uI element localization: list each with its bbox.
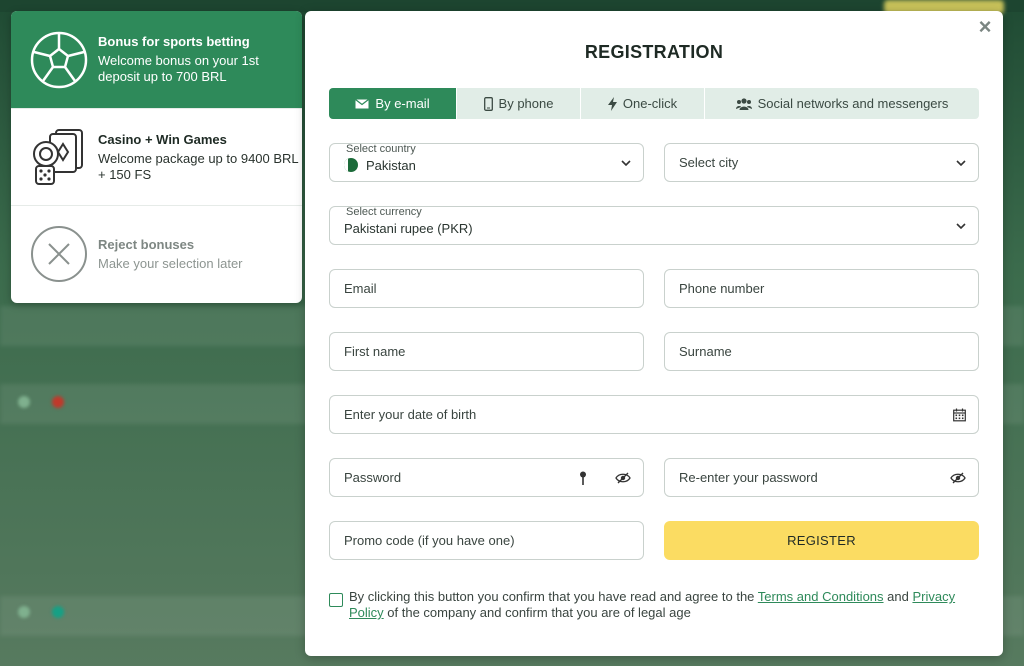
country-select[interactable]: Select country Pakistan xyxy=(329,143,644,182)
bonus-desc: Welcome package up to 9400 BRL + 150 FS xyxy=(98,150,299,182)
key-icon[interactable] xyxy=(579,471,587,485)
registration-tabs: By e-mail By phone One-click Social netw… xyxy=(329,88,979,119)
surname-placeholder: Surname xyxy=(679,344,732,359)
currency-value: Pakistani rupee (PKR) xyxy=(344,221,473,236)
terms-link[interactable]: Terms and Conditions xyxy=(758,589,884,604)
bonus-desc: Welcome bonus on your 1st deposit up to … xyxy=(98,53,259,84)
chevron-down-icon xyxy=(621,159,631,166)
email-field[interactable]: Email xyxy=(329,269,644,308)
promo-code-field[interactable]: Promo code (if you have one) xyxy=(329,521,644,560)
dob-placeholder: Enter your date of birth xyxy=(344,407,477,422)
tab-one-click[interactable]: One-click xyxy=(581,88,705,119)
re-enter-password-field[interactable]: Re-enter your password xyxy=(664,458,979,497)
eye-slash-icon[interactable] xyxy=(615,472,631,484)
tab-label: By phone xyxy=(498,96,554,111)
first-name-placeholder: First name xyxy=(344,344,406,359)
tab-label: Social networks and messengers xyxy=(757,96,949,111)
bonus-option-casino[interactable]: Casino + Win Games Welcome package up to… xyxy=(11,108,302,205)
bonus-option-reject[interactable]: Reject bonuses Make your selection later xyxy=(11,205,302,302)
agreement-text-part1: By clicking this button you confirm that… xyxy=(349,589,758,604)
bonus-option-sports[interactable]: Bonus for sports betting Welcome bonus o… xyxy=(11,11,302,108)
casino-chips-cards-icon xyxy=(29,127,89,187)
chevron-down-icon xyxy=(956,222,966,229)
password-placeholder: Password xyxy=(344,470,402,485)
city-select[interactable]: Select city xyxy=(664,143,979,182)
registration-modal: × REGISTRATION By e-mail By phone One-cl… xyxy=(305,11,1003,656)
repassword-placeholder: Re-enter your password xyxy=(679,470,818,485)
x-circle-icon xyxy=(29,224,89,284)
promo-placeholder: Promo code (if you have one) xyxy=(344,533,515,548)
agreement-text-part2: and xyxy=(883,589,913,604)
users-icon xyxy=(735,97,752,110)
tab-label: By e-mail xyxy=(375,96,430,111)
agreement-text-part3: of the company and confirm that you are … xyxy=(383,605,691,620)
lightning-icon xyxy=(607,96,617,111)
background-dot xyxy=(52,606,64,618)
chevron-down-icon xyxy=(956,159,966,166)
soccer-ball-icon xyxy=(29,30,89,90)
phone-number-field[interactable]: Phone number xyxy=(664,269,979,308)
country-value: Pakistan xyxy=(366,158,416,173)
bonus-desc: Make your selection later xyxy=(98,255,243,271)
surname-field[interactable]: Surname xyxy=(664,332,979,371)
eye-slash-icon[interactable] xyxy=(950,472,966,484)
calendar-icon[interactable] xyxy=(953,408,966,421)
email-placeholder: Email xyxy=(344,281,377,296)
tab-by-email[interactable]: By e-mail xyxy=(329,88,457,119)
close-icon[interactable]: × xyxy=(975,16,995,38)
phone-placeholder: Phone number xyxy=(679,281,765,296)
bonus-title: Casino + Win Games xyxy=(98,131,227,147)
currency-label: Select currency xyxy=(346,206,422,218)
envelope-icon xyxy=(355,98,370,108)
background-dot xyxy=(18,396,30,408)
bonus-title: Bonus for sports betting xyxy=(98,34,250,49)
agreement-text: By clicking this button you confirm that… xyxy=(349,589,969,621)
bonus-panel: Bonus for sports betting Welcome bonus o… xyxy=(11,11,302,303)
background-dot xyxy=(18,606,30,618)
password-field[interactable]: Password xyxy=(329,458,644,497)
register-button[interactable]: REGISTER xyxy=(664,521,979,560)
tab-social-networks[interactable]: Social networks and messengers xyxy=(705,88,979,119)
city-placeholder: Select city xyxy=(679,155,739,170)
currency-select[interactable]: Select currency Pakistani rupee (PKR) xyxy=(329,206,979,245)
first-name-field[interactable]: First name xyxy=(329,332,644,371)
date-of-birth-field[interactable]: Enter your date of birth xyxy=(329,395,979,434)
background-dot xyxy=(52,396,64,408)
terms-agreement: By clicking this button you confirm that… xyxy=(329,589,969,621)
bonus-text: Casino + Win Games Welcome package up to… xyxy=(98,132,302,183)
country-label: Select country xyxy=(346,143,416,155)
phone-icon xyxy=(483,96,493,111)
pakistan-flag-icon xyxy=(344,158,358,172)
tab-label: One-click xyxy=(622,96,678,111)
bonus-title: Reject bonuses xyxy=(98,236,195,252)
bonus-text: Bonus for sports betting Welcome bonus o… xyxy=(98,34,302,85)
bonus-text: Reject bonuses Make your selection later xyxy=(98,237,243,272)
agree-checkbox[interactable] xyxy=(329,593,343,607)
modal-title: REGISTRATION xyxy=(584,42,724,62)
tab-by-phone[interactable]: By phone xyxy=(457,88,581,119)
